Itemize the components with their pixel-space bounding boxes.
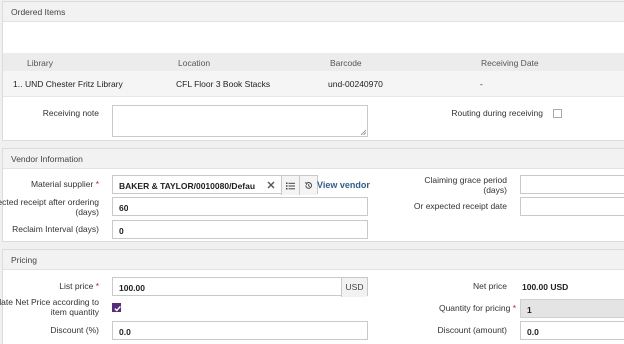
history-button[interactable] [299, 176, 317, 195]
routing-during-receiving-label: Routing during receiving [451, 108, 543, 118]
expected-receipt-input[interactable]: 60 [112, 197, 368, 216]
list-price-label: List price * [59, 281, 99, 291]
routing-during-receiving-checkbox[interactable] [553, 109, 562, 118]
ordered-items-header: Ordered Items [3, 2, 624, 22]
material-supplier-value: BAKER & TAYLOR/0010080/Default Ac [119, 181, 255, 191]
vendor-information-header: Vendor Information [3, 149, 624, 169]
reclaim-interval-label: Reclaim Interval (days) [12, 224, 99, 234]
list-price-input[interactable]: 100.00 USD [112, 277, 368, 297]
vendor-information-section: Vendor Information Material supplier * B… [0, 148, 624, 242]
column-header-barcode: Barcode [330, 58, 362, 68]
net-price-label: Net price [472, 281, 507, 291]
discount-percent-label: Discount (%) [50, 325, 99, 335]
update-net-price-checkbox[interactable] [112, 303, 121, 312]
claiming-grace-period-input[interactable] [520, 175, 624, 194]
discount-percent-value: 0.0 [119, 327, 131, 337]
row-index: 1.. [13, 79, 23, 89]
column-header-receiving-date: Receiving Date [481, 58, 539, 68]
row-library: UND Chester Fritz Library [25, 79, 123, 89]
receiving-note-label: Receiving note [42, 108, 99, 118]
quantity-for-pricing-label: Quantity for pricing * [438, 303, 516, 313]
list-price-value: 100.00 [119, 283, 145, 293]
items-table-header: Library Location Barcode Receiving Date [3, 53, 624, 71]
discount-amount-input[interactable]: 0.0 [520, 321, 624, 340]
pricing-header: Pricing [3, 250, 624, 270]
pricing-section: Pricing List price * 100.00 USD Update N… [0, 249, 624, 344]
row-barcode: und-00240970 [328, 79, 383, 89]
table-row[interactable]: 1.. UND Chester Fritz Library CFL Floor … [3, 71, 624, 97]
column-header-library: Library [27, 58, 53, 68]
list-button[interactable] [281, 176, 299, 195]
net-price-value: 100.00 USD [522, 282, 569, 292]
currency-suffix: USD [341, 278, 367, 297]
expected-receipt-label: Expected receipt after ordering (days) [0, 197, 99, 217]
expected-receipt-value: 60 [119, 203, 129, 213]
reclaim-interval-input[interactable]: 0 [112, 220, 368, 239]
claiming-grace-period-label: Claiming grace period (days) [424, 175, 507, 195]
ordered-items-section: Ordered Items Library Location Barcode R… [2, 1, 624, 141]
view-vendor-link[interactable]: View vendor [317, 180, 370, 190]
material-supplier-label: Material supplier * [30, 179, 99, 189]
update-net-price-label: Update Net Price according to item quant… [0, 297, 99, 317]
discount-amount-value: 0.0 [527, 327, 539, 337]
column-header-location: Location [178, 58, 211, 68]
history-icon [304, 182, 313, 189]
list-icon [286, 182, 295, 189]
row-receiving-date: - [480, 79, 483, 89]
reclaim-interval-value: 0 [119, 226, 124, 236]
quantity-for-pricing-input[interactable]: 1 [520, 299, 624, 318]
material-supplier-input[interactable]: BAKER & TAYLOR/0010080/Default Ac [112, 175, 318, 195]
clear-icon[interactable] [267, 181, 275, 189]
expected-receipt-date-label: Or expected receipt date [413, 201, 507, 211]
discount-amount-label: Discount (amount) [437, 325, 507, 335]
quantity-for-pricing-value: 1 [527, 305, 532, 315]
expected-receipt-date-input[interactable] [520, 197, 624, 216]
discount-percent-input[interactable]: 0.0 [112, 321, 368, 340]
receiving-note-textarea[interactable] [112, 105, 368, 137]
resize-handle-icon[interactable] [360, 129, 366, 135]
row-location: CFL Floor 3 Book Stacks [176, 79, 271, 89]
checkmark-icon [114, 305, 121, 312]
